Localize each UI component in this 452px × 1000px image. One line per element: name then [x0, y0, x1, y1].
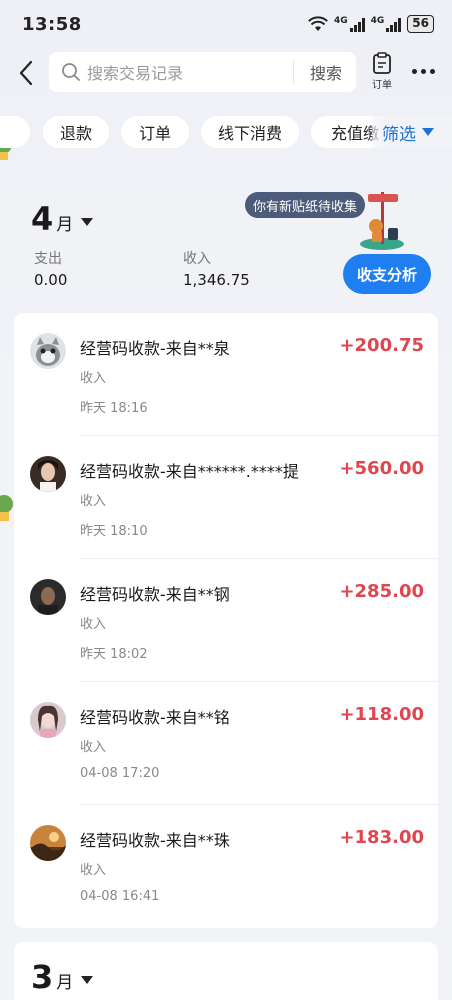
transaction-time: 昨天 18:10: [80, 524, 148, 539]
sticker-decoration-icon: [0, 495, 13, 521]
search-header: 搜索交易记录 搜索 订单: [0, 52, 452, 94]
transaction-type: 收入: [80, 863, 107, 878]
person-avatar: [30, 456, 66, 492]
income-value: 1,346.75: [183, 271, 250, 289]
filter-button[interactable]: 筛选: [372, 116, 452, 148]
transaction-row[interactable]: 经营码收款-来自**泉 +200.75 收入 昨天 18:16: [14, 313, 438, 436]
battery-icon: 56: [407, 15, 434, 33]
transaction-type: 收入: [80, 494, 107, 509]
transaction-row[interactable]: 经营码收款-来自******.****提 +560.00 收入 昨天 18:10: [14, 436, 438, 559]
month-number: 3: [31, 958, 54, 996]
transaction-title: 经营码收款-来自**钢: [80, 585, 230, 604]
transaction-time: 昨天 18:16: [80, 401, 148, 416]
back-button[interactable]: [12, 56, 40, 90]
sticker-icon[interactable]: [352, 186, 412, 254]
signal-icon: 4G: [333, 15, 365, 32]
transaction-amount: +285.00: [339, 581, 424, 602]
expense-label: 支出: [34, 251, 62, 267]
order-button[interactable]: 订单: [368, 52, 396, 92]
status-bar: 13:58 4G 4G 56: [0, 0, 452, 48]
transaction-title: 经营码收款-来自**铭: [80, 708, 230, 727]
income-label: 收入: [183, 251, 211, 267]
more-dot-icon: [411, 68, 417, 74]
caret-down-icon: [81, 218, 94, 226]
more-dot-icon: [420, 68, 426, 74]
transaction-time: 昨天 18:02: [80, 647, 148, 662]
transaction-row[interactable]: 经营码收款-来自**珠 +183.00 收入 04-08 16:41: [14, 805, 438, 928]
wifi-icon: [308, 16, 328, 31]
chevron-left-icon: [19, 60, 33, 86]
search-input[interactable]: 搜索交易记录 搜索: [49, 52, 356, 92]
transaction-title: 经营码收款-来自**珠: [80, 831, 230, 850]
month-unit: 月: [56, 973, 74, 993]
transaction-row[interactable]: 经营码收款-来自**铭 +118.00 收入 04-08 17:20: [14, 682, 438, 805]
transaction-title: 经营码收款-来自******.****提: [80, 462, 299, 481]
clipboard-icon: [373, 52, 391, 74]
signal-label: 4G: [370, 15, 385, 26]
signal-icon: 4G: [370, 15, 402, 32]
search-button[interactable]: 搜索: [294, 60, 356, 84]
month-selector[interactable]: 3 月: [31, 958, 94, 996]
transaction-type: 收入: [80, 740, 107, 755]
status-time: 13:58: [22, 13, 82, 35]
search-icon: [62, 63, 80, 81]
transaction-title: 经营码收款-来自**泉: [80, 339, 230, 358]
transaction-list: 经营码收款-来自**泉 +200.75 收入 昨天 18:16 经营码收款-来自…: [14, 313, 438, 928]
month-unit: 月: [56, 215, 74, 235]
caret-down-icon: [81, 976, 94, 984]
chip-partial[interactable]: [0, 116, 30, 148]
more-button[interactable]: [408, 64, 438, 78]
transaction-amount: +183.00: [339, 827, 424, 848]
month-number: 4: [31, 200, 54, 238]
month-selector[interactable]: 4 月: [31, 200, 94, 238]
analysis-button[interactable]: 收支分析: [343, 254, 431, 294]
transaction-amount: +560.00: [339, 458, 424, 479]
transaction-amount: +200.75: [339, 335, 424, 356]
chip-refund[interactable]: 退款: [43, 116, 109, 148]
caret-down-icon: [422, 128, 434, 136]
chip-offline[interactable]: 线下消费: [201, 116, 299, 148]
person-avatar: [30, 702, 66, 738]
transaction-time: 04-08 17:20: [80, 766, 160, 781]
transaction-row[interactable]: 经营码收款-来自**钢 +285.00 收入 昨天 18:02: [14, 559, 438, 682]
expense-value: 0.00: [34, 271, 68, 289]
transaction-type: 收入: [80, 617, 107, 632]
search-placeholder: 搜索交易记录: [87, 64, 184, 83]
order-label: 订单: [372, 80, 392, 91]
signal-label: 4G: [333, 15, 348, 26]
transaction-amount: +118.00: [339, 704, 424, 725]
landscape-avatar: [30, 825, 66, 861]
transaction-time: 04-08 16:41: [80, 889, 160, 904]
transaction-type: 收入: [80, 371, 107, 386]
more-dot-icon: [429, 68, 435, 74]
status-icons: 4G 4G 56: [308, 15, 434, 33]
cat-avatar: [30, 333, 66, 369]
filter-label: 筛选: [382, 124, 416, 145]
sticker-bubble[interactable]: 你有新贴纸待收集: [245, 192, 366, 218]
chip-order[interactable]: 订单: [121, 116, 189, 148]
person-avatar: [30, 579, 66, 615]
